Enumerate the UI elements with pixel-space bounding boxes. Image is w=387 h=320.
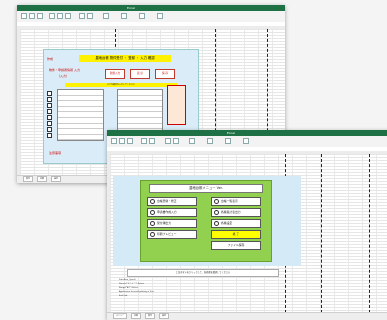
- red-label: 物件・申請者情報 入力: [49, 68, 80, 72]
- sheet-tab[interactable]: 設定: [51, 176, 62, 182]
- sheet-tab[interactable]: 受付: [23, 176, 34, 182]
- italic-icon[interactable]: [65, 13, 71, 19]
- code-line: End Sub: [119, 295, 128, 297]
- checkbox[interactable]: [47, 115, 52, 120]
- align-icon[interactable]: [79, 13, 85, 19]
- page-break-line: [369, 154, 370, 313]
- copy-icon[interactable]: [37, 13, 43, 19]
- display-button[interactable]: 表 示: [130, 69, 150, 79]
- checkbox[interactable]: [47, 91, 52, 96]
- checkbox[interactable]: [47, 103, 52, 108]
- bottom-red-label: 注意事項: [49, 151, 62, 155]
- radio-icon: [214, 220, 219, 226]
- checkbox[interactable]: [47, 97, 52, 102]
- checkbox[interactable]: [47, 133, 52, 138]
- cells-icon[interactable]: [139, 13, 145, 19]
- macro-code: Sub Auto_Open() Sheets("メニュー").Select Ra…: [119, 278, 229, 298]
- style-icon[interactable]: [207, 138, 213, 144]
- menu-button-application[interactable]: 申請書作成入力: [147, 208, 197, 217]
- radio-icon: [214, 209, 219, 215]
- number-format-icon[interactable]: [189, 138, 195, 144]
- copy-icon[interactable]: [127, 138, 133, 144]
- style-icon[interactable]: [121, 13, 127, 19]
- radio-icon: [214, 198, 219, 204]
- menu-button-ledger-list[interactable]: 台帳一覧表示: [211, 197, 261, 206]
- red-label: （入力）: [57, 74, 70, 78]
- editing-icon[interactable]: [157, 13, 163, 19]
- editing-icon[interactable]: [243, 138, 249, 144]
- menu-button-settings[interactable]: 各種設定: [211, 219, 261, 228]
- checkbox[interactable]: [47, 109, 52, 114]
- cut-icon[interactable]: [119, 138, 125, 144]
- page-break-line: [321, 154, 322, 313]
- bold-icon[interactable]: [57, 13, 63, 19]
- window-title: Excel: [127, 6, 135, 10]
- instruction-note: 上記ボタンをクリックして、各処理を選択してください: [127, 269, 279, 277]
- paste-icon[interactable]: [111, 138, 117, 144]
- cut-icon[interactable]: [29, 13, 35, 19]
- excel-window-front[interactable]: Excel 農地台帳メニュー Ver. 台帳登録・修正 台帳一覧表示 申請書作成…: [107, 130, 387, 320]
- font-icon[interactable]: [49, 13, 55, 19]
- red-label: 作成: [47, 57, 54, 61]
- preview-thumbnail: [167, 85, 186, 125]
- checkbox[interactable]: [47, 121, 52, 126]
- form-title: 農地台帳 物件受付 ・ 登録 ・ 入力 確認: [79, 55, 171, 62]
- paste-icon[interactable]: [21, 13, 27, 19]
- menu-title: 農地台帳メニュー Ver.: [149, 184, 263, 193]
- radio-icon: [150, 209, 155, 215]
- menu-button-ledger-edit[interactable]: 台帳登録・修正: [147, 197, 197, 206]
- instruction-bar: 以下の項目を入力してください: [65, 83, 177, 87]
- menu-button-preview[interactable]: 印刷プレビュー: [147, 230, 197, 239]
- save-button[interactable]: 保 存: [155, 69, 175, 79]
- radio-icon: [150, 220, 155, 226]
- status-bar: メニュー 台帳 受付 設定: [107, 312, 387, 320]
- radio-icon: [150, 231, 155, 237]
- sheet-tab[interactable]: 台帳: [37, 176, 48, 182]
- menu-button-summary[interactable]: 各種集計表出力: [211, 208, 261, 217]
- new-entry-button[interactable]: 新規入力: [105, 69, 125, 79]
- wrap-icon[interactable]: [87, 13, 93, 19]
- font-icon[interactable]: [141, 138, 147, 144]
- sheet-tab[interactable]: メニュー: [113, 313, 128, 319]
- exit-button[interactable]: 終 了: [211, 230, 261, 239]
- align-icon[interactable]: [165, 138, 171, 144]
- sheet-tab[interactable]: 受付: [145, 313, 156, 319]
- sheet-tab[interactable]: 設定: [159, 313, 170, 319]
- sheet-tab[interactable]: 台帳: [131, 313, 142, 319]
- menu-button-receipt[interactable]: 受付簿出力: [147, 219, 197, 228]
- window-title: Excel: [227, 131, 235, 135]
- field-list[interactable]: [57, 89, 104, 141]
- bold-icon[interactable]: [149, 138, 155, 144]
- wrap-icon[interactable]: [173, 138, 179, 144]
- number-format-icon[interactable]: [103, 13, 109, 19]
- cells-icon[interactable]: [225, 138, 231, 144]
- checkbox[interactable]: [47, 127, 52, 132]
- save-file-button[interactable]: ファイル保存: [211, 241, 261, 250]
- radio-icon: [150, 198, 155, 204]
